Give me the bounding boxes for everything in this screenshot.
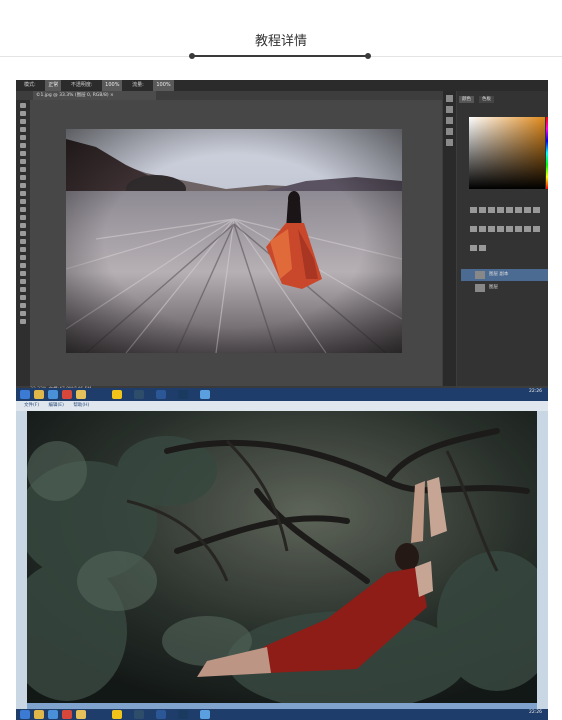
lr-menu-help[interactable]: 帮助(H) bbox=[73, 403, 89, 408]
page-title: 教程详情 bbox=[254, 34, 307, 49]
lr-menu-edit[interactable]: 编辑(E) bbox=[49, 403, 64, 408]
browser-icon[interactable] bbox=[48, 390, 58, 399]
media-icon[interactable] bbox=[62, 390, 72, 399]
tree-photo bbox=[27, 411, 537, 703]
lr-menubar: 文件(F) 编辑(E) 帮助(H) bbox=[16, 401, 548, 411]
lightroom-icon[interactable] bbox=[134, 710, 144, 719]
ps-option-opacity-input[interactable]: 100% bbox=[102, 80, 123, 91]
media-icon[interactable] bbox=[62, 710, 72, 719]
ps-layer-row-2[interactable]: 图层 bbox=[461, 282, 548, 294]
explorer-icon[interactable] bbox=[76, 710, 86, 719]
taskbar-clock: 22:26 bbox=[529, 389, 542, 394]
taskbar-clock: 22:26 bbox=[529, 710, 542, 715]
windows-start-icon[interactable] bbox=[20, 390, 30, 399]
ps-layer-name-1: 图层 副本 bbox=[489, 272, 509, 277]
field-photo bbox=[66, 129, 402, 353]
lr-photo-canvas[interactable] bbox=[27, 411, 537, 703]
ps-color-picker-field[interactable] bbox=[469, 117, 545, 189]
app-yellow-icon[interactable] bbox=[112, 390, 122, 399]
lr-frame-left bbox=[16, 411, 27, 711]
ps-layer-name-2: 图层 bbox=[489, 285, 498, 290]
lr-menu-file[interactable]: 文件(F) bbox=[24, 403, 39, 408]
ps-windows-taskbar: 22:26 bbox=[16, 388, 548, 401]
ps-document-tab[interactable]: ©1.jpg @ 33.3% (图层 0, RGB/8) × bbox=[33, 91, 156, 100]
ps-right-panels: 颜色 色板 图层 副本 图层 bbox=[457, 91, 548, 386]
ps-panel-iconstrip[interactable] bbox=[443, 91, 456, 386]
windows-start-icon[interactable] bbox=[20, 710, 30, 719]
ps-layer-row-1[interactable]: 图层 副本 bbox=[461, 269, 548, 281]
ps-option-opacity-label: 不透明度: bbox=[70, 82, 93, 88]
ps-options-bar: 模式: 正常 不透明度: 100% 流量: 100% bbox=[16, 80, 548, 91]
app-blue-icon[interactable] bbox=[200, 390, 210, 399]
app-yellow-icon[interactable] bbox=[112, 710, 122, 719]
lr-frame-right bbox=[537, 411, 548, 711]
lightroom-screenshot: 文件(F) 编辑(E) 帮助(H) 22:26 bbox=[16, 401, 548, 720]
photoshop-screenshot: 模式: 正常 不透明度: 100% 流量: 100% ©1.jpg @ 33.3… bbox=[16, 80, 548, 401]
ps-option-mode-label: 模式: bbox=[24, 82, 36, 88]
ps-photo-canvas[interactable] bbox=[66, 129, 402, 353]
word-icon[interactable] bbox=[156, 710, 166, 719]
ps-option-flow-label: 流量: bbox=[132, 82, 144, 88]
photoshop-icon[interactable] bbox=[178, 390, 188, 399]
explorer-icon[interactable] bbox=[76, 390, 86, 399]
photoshop-icon[interactable] bbox=[178, 710, 188, 719]
ps-toolbox[interactable] bbox=[16, 100, 30, 386]
lightroom-icon[interactable] bbox=[134, 390, 144, 399]
ps-adjustment-icons[interactable] bbox=[469, 199, 548, 251]
ps-hue-slider[interactable] bbox=[546, 117, 548, 189]
ps-tab-swatches[interactable]: 色板 bbox=[479, 96, 494, 103]
ps-option-mode-select[interactable]: 正常 bbox=[45, 80, 62, 91]
browser-icon[interactable] bbox=[48, 710, 58, 719]
ps-tab-color[interactable]: 颜色 bbox=[459, 96, 474, 103]
ps-option-flow-input[interactable]: 100% bbox=[153, 80, 174, 91]
folder-icon[interactable] bbox=[34, 710, 44, 719]
folder-icon[interactable] bbox=[34, 390, 44, 399]
word-icon[interactable] bbox=[156, 390, 166, 399]
title-underline bbox=[189, 53, 371, 59]
app-blue-icon[interactable] bbox=[200, 710, 210, 719]
lr-windows-taskbar: 22:26 bbox=[16, 709, 548, 720]
